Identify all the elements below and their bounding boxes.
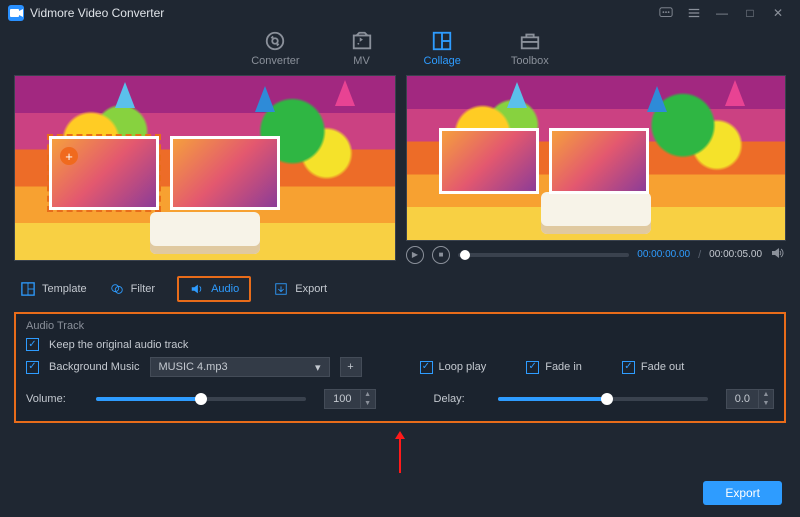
tab-label: Collage bbox=[424, 55, 461, 67]
bg-music-checkbox[interactable] bbox=[26, 361, 39, 374]
filter-icon bbox=[109, 281, 125, 297]
preview-row: + ▶ ■ 00:00:00.00/00:00:05.00 bbox=[0, 73, 800, 268]
decoration bbox=[725, 80, 745, 106]
chevron-down-icon: ▾ bbox=[315, 361, 321, 374]
keep-original-checkbox[interactable] bbox=[26, 338, 39, 351]
volume-value-box: 100 ▲▼ bbox=[324, 389, 375, 409]
volume-label: Volume: bbox=[26, 393, 78, 405]
volume-step-up[interactable]: ▲ bbox=[361, 390, 375, 399]
collage-slot-1[interactable]: + bbox=[49, 136, 159, 210]
delay-label: Delay: bbox=[434, 393, 480, 405]
title-bar: Vidmore Video Converter — □ ✕ bbox=[0, 0, 800, 26]
close-button[interactable]: ✕ bbox=[764, 3, 792, 23]
subtab-filter[interactable]: Filter bbox=[109, 281, 155, 297]
decoration bbox=[335, 80, 355, 106]
playback-timeline[interactable] bbox=[458, 253, 629, 257]
tab-label: Toolbox bbox=[511, 55, 549, 67]
volume-slider[interactable] bbox=[96, 397, 306, 401]
menu-button[interactable] bbox=[680, 3, 708, 23]
sub-tabs: Template Filter Audio Export bbox=[0, 268, 800, 310]
export-icon bbox=[273, 281, 289, 297]
delay-knob[interactable] bbox=[601, 393, 613, 405]
minimize-button[interactable]: — bbox=[708, 3, 736, 23]
annotation-arrow bbox=[399, 439, 401, 473]
delay-fill bbox=[498, 397, 607, 401]
volume-step-down[interactable]: ▼ bbox=[361, 399, 375, 408]
tab-collage[interactable]: Collage bbox=[424, 30, 461, 67]
add-music-button[interactable]: + bbox=[340, 357, 362, 377]
volume-icon[interactable] bbox=[770, 245, 786, 264]
maximize-button[interactable]: □ bbox=[736, 3, 764, 23]
player-controls: ▶ ■ 00:00:00.00/00:00:05.00 bbox=[406, 245, 786, 264]
decoration bbox=[507, 82, 527, 108]
fade-out-label: Fade out bbox=[641, 361, 684, 373]
total-time: 00:00:05.00 bbox=[709, 249, 762, 260]
collage-editor-pane[interactable]: + bbox=[14, 75, 396, 261]
audio-icon bbox=[189, 281, 205, 297]
keep-original-label: Keep the original audio track bbox=[49, 339, 188, 351]
volume-value: 100 bbox=[325, 393, 359, 405]
play-button[interactable]: ▶ bbox=[406, 246, 424, 264]
fade-in-label: Fade in bbox=[545, 361, 582, 373]
subtab-label: Template bbox=[42, 283, 87, 295]
converter-icon bbox=[263, 30, 287, 52]
collage-slot-2[interactable] bbox=[170, 136, 280, 210]
stop-button[interactable]: ■ bbox=[432, 246, 450, 264]
delay-value-box: 0.0 ▲▼ bbox=[726, 389, 774, 409]
app-title: Vidmore Video Converter bbox=[30, 6, 164, 20]
delay-step-up[interactable]: ▲ bbox=[759, 390, 773, 399]
audio-track-panel: Audio Track Keep the original audio trac… bbox=[14, 312, 786, 423]
decoration bbox=[115, 82, 135, 108]
volume-fill bbox=[96, 397, 201, 401]
subtab-audio[interactable]: Audio bbox=[177, 276, 251, 302]
fade-in-checkbox[interactable] bbox=[526, 361, 539, 374]
preview-slot-1 bbox=[439, 128, 539, 194]
bg-music-select[interactable]: MUSIC 4.mp3 ▾ bbox=[150, 357, 330, 377]
preview-slot-2 bbox=[549, 128, 649, 194]
tab-mv[interactable]: MV bbox=[350, 30, 374, 67]
app-logo-icon bbox=[8, 5, 24, 21]
panel-title: Audio Track bbox=[26, 320, 774, 332]
volume-knob[interactable] bbox=[195, 393, 207, 405]
decoration bbox=[647, 86, 667, 112]
loop-checkbox[interactable] bbox=[420, 361, 433, 374]
subtab-label: Filter bbox=[131, 283, 155, 295]
template-icon bbox=[20, 281, 36, 297]
tab-label: Converter bbox=[251, 55, 299, 67]
subtab-label: Audio bbox=[211, 283, 239, 295]
decoration bbox=[541, 192, 651, 234]
subtab-label: Export bbox=[295, 283, 327, 295]
current-time: 00:00:00.00 bbox=[637, 249, 690, 260]
feedback-button[interactable] bbox=[652, 3, 680, 23]
tab-toolbox[interactable]: Toolbox bbox=[511, 30, 549, 67]
bg-music-label: Background Music bbox=[49, 361, 140, 373]
main-tabs: Converter MV Collage Toolbox bbox=[0, 26, 800, 73]
export-button[interactable]: Export bbox=[703, 481, 782, 505]
preview-pane bbox=[406, 75, 786, 241]
mv-icon bbox=[350, 30, 374, 52]
decoration bbox=[255, 86, 275, 112]
delay-slider[interactable] bbox=[498, 397, 708, 401]
add-media-icon[interactable]: + bbox=[60, 147, 78, 165]
playhead[interactable] bbox=[460, 250, 470, 260]
subtab-template[interactable]: Template bbox=[20, 281, 87, 297]
decoration bbox=[150, 212, 260, 254]
delay-step-down[interactable]: ▼ bbox=[759, 399, 773, 408]
tab-label: MV bbox=[353, 55, 370, 67]
fade-out-checkbox[interactable] bbox=[622, 361, 635, 374]
delay-value: 0.0 bbox=[727, 393, 758, 405]
toolbox-icon bbox=[518, 30, 542, 52]
loop-label: Loop play bbox=[439, 361, 487, 373]
collage-icon bbox=[430, 30, 454, 52]
tab-converter[interactable]: Converter bbox=[251, 30, 299, 67]
bg-music-selected: MUSIC 4.mp3 bbox=[159, 361, 228, 373]
subtab-export[interactable]: Export bbox=[273, 281, 327, 297]
